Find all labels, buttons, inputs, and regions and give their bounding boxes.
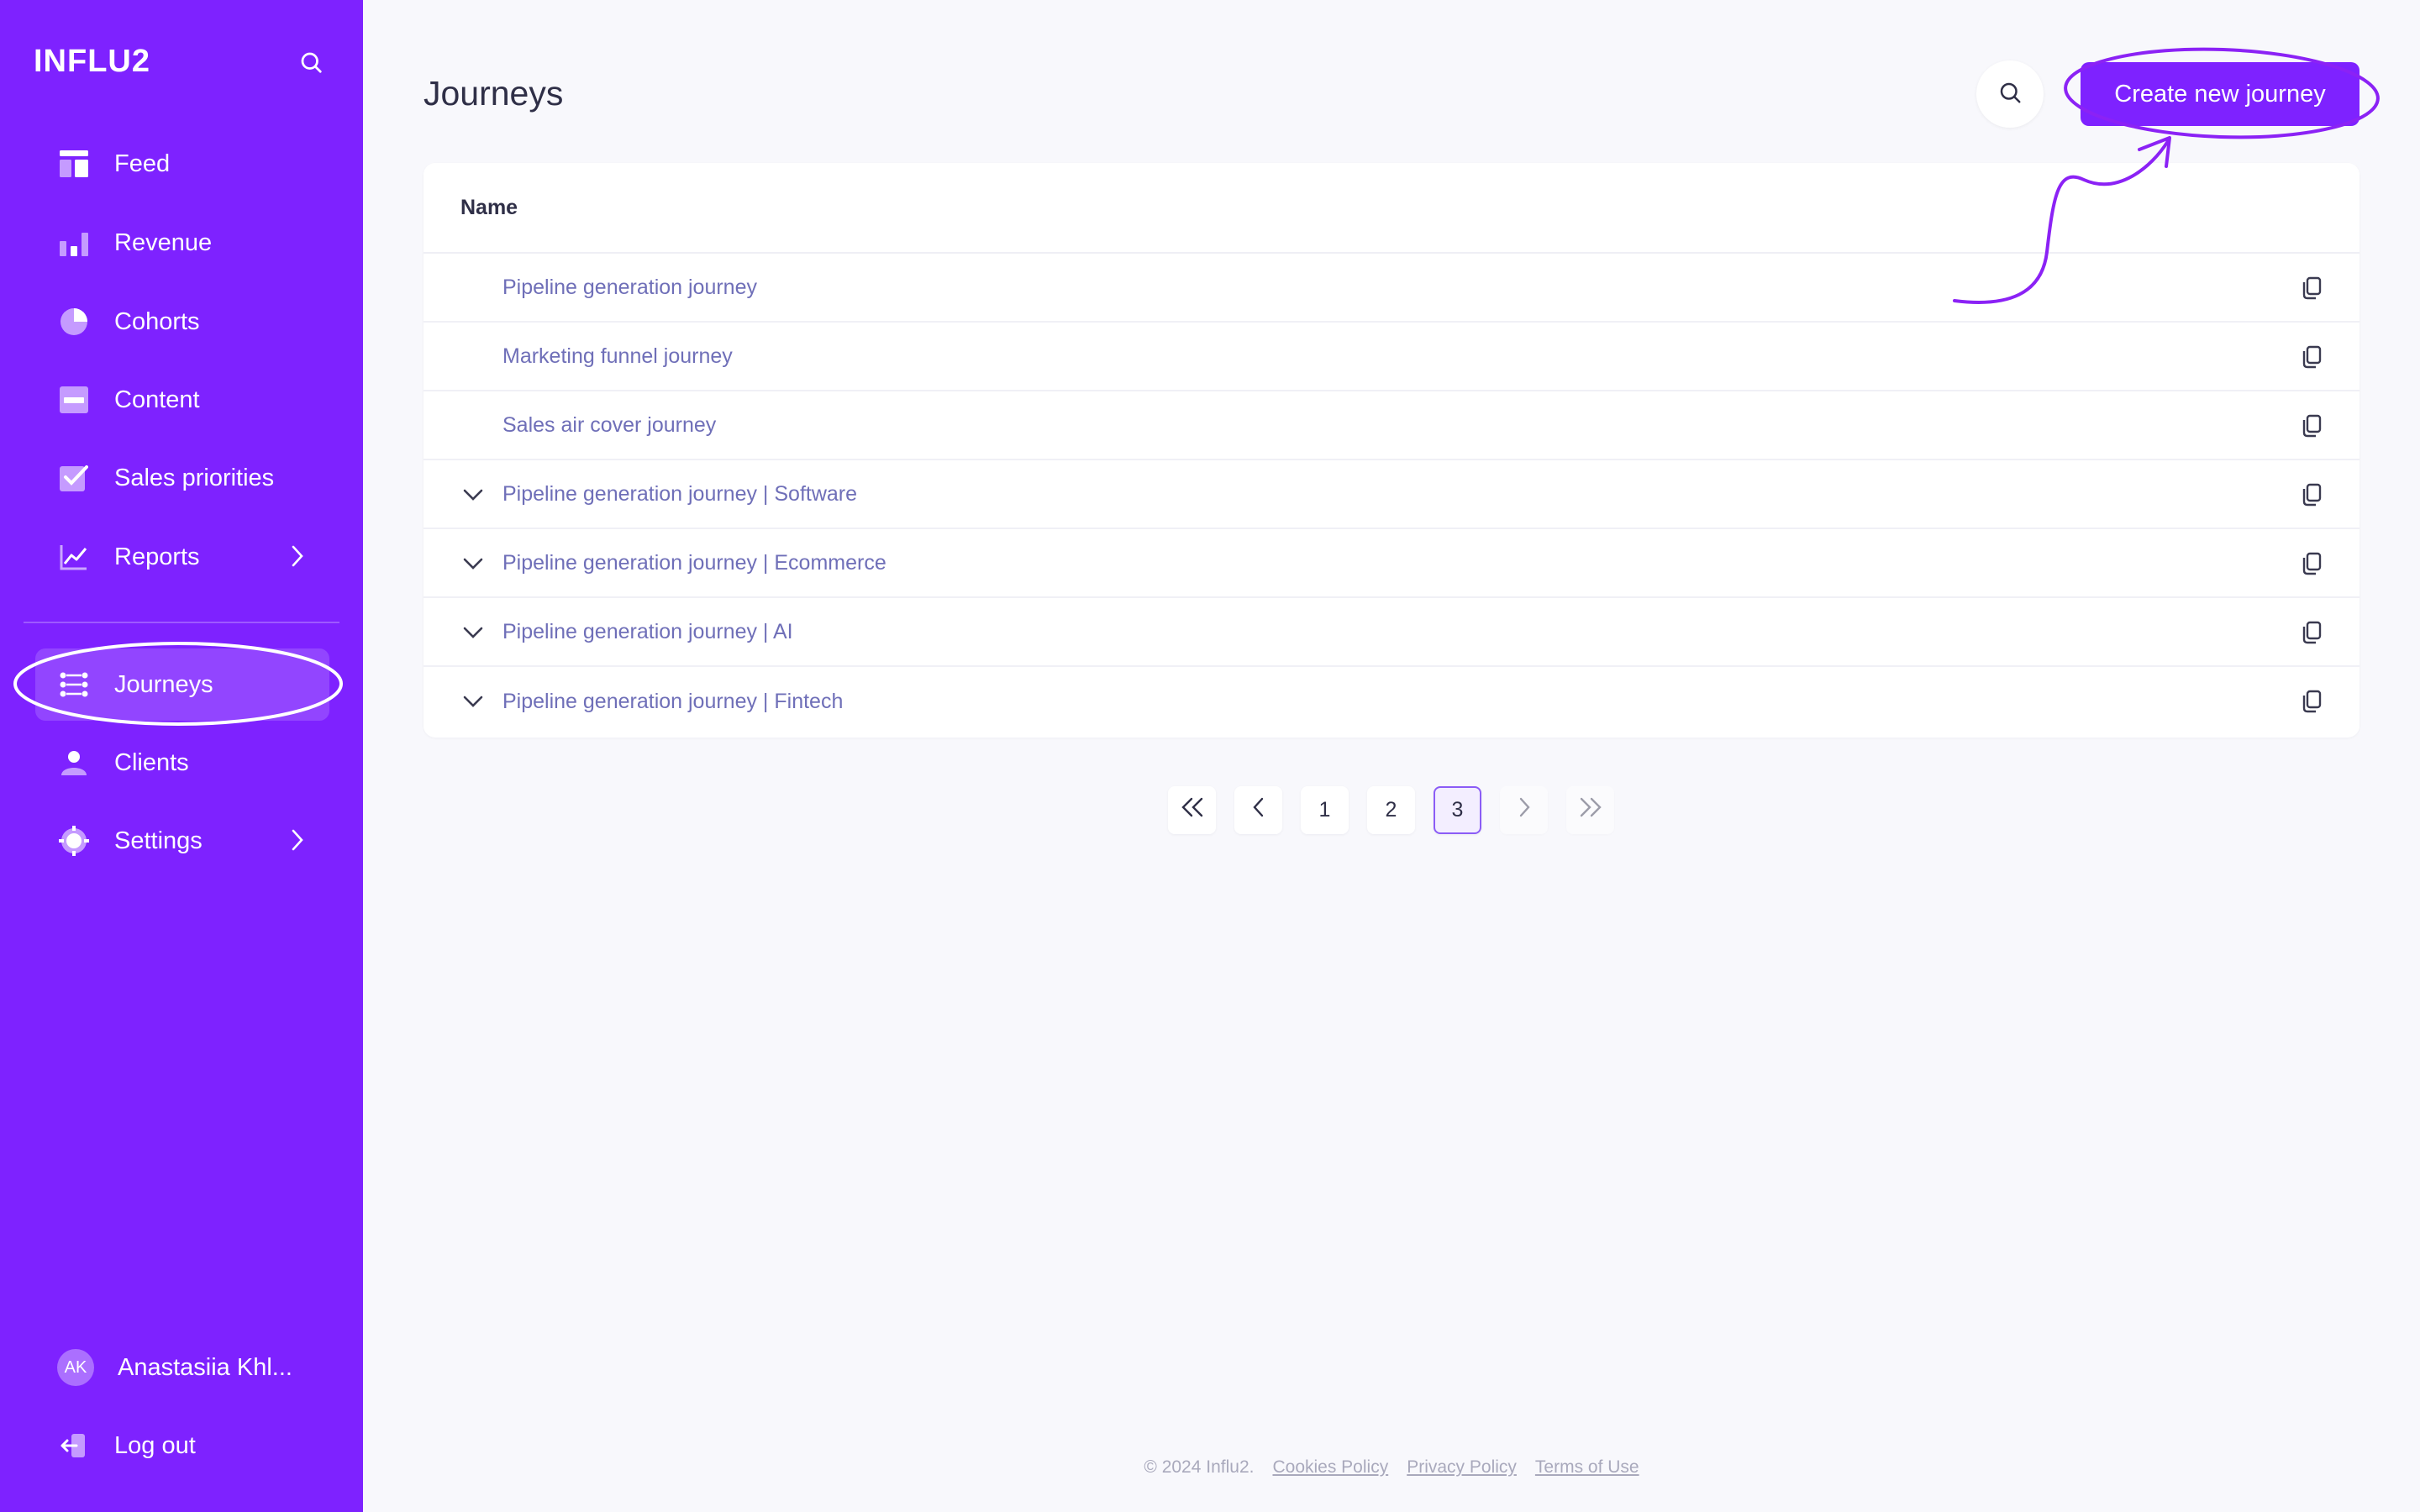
- journey-name[interactable]: Pipeline generation journey | AI: [502, 620, 793, 644]
- copy-icon[interactable]: [2297, 480, 2326, 509]
- search-icon: [1997, 80, 2023, 109]
- table-row[interactable]: Sales air cover journey: [424, 391, 2360, 460]
- sidebar-item-label: Revenue: [114, 228, 213, 256]
- sidebar-item-journeys[interactable]: Journeys: [35, 648, 329, 721]
- pagination: 1 2 3: [1168, 786, 1614, 837]
- journey-name[interactable]: Sales air cover journey: [502, 413, 716, 438]
- content-icon: [52, 378, 96, 422]
- journey-name[interactable]: Pipeline generation journey | Software: [502, 482, 857, 507]
- line-chart-icon: [52, 535, 96, 579]
- prev-page-button[interactable]: [1234, 786, 1282, 834]
- sidebar-item-label: Journeys: [114, 670, 213, 698]
- table-row[interactable]: Marketing funnel journey: [424, 323, 2360, 391]
- table-row[interactable]: Pipeline generation journey | Ecommerce: [424, 529, 2360, 598]
- gear-icon: [52, 819, 96, 863]
- journeys-table: Name Pipeline generation journey Marketi…: [424, 163, 2360, 738]
- checkbox-icon: [52, 456, 96, 500]
- annotation-arrowhead: [2138, 136, 2171, 168]
- avatar: AK: [57, 1349, 94, 1386]
- cookies-policy-link[interactable]: Cookies Policy: [1272, 1457, 1388, 1478]
- search-button[interactable]: [1976, 60, 2044, 128]
- chevron-left-icon: [1252, 797, 1265, 823]
- pie-chart-icon: [52, 300, 96, 344]
- copy-icon[interactable]: [2297, 618, 2326, 647]
- last-page-button[interactable]: [1566, 786, 1614, 834]
- copy-icon[interactable]: [2297, 343, 2326, 371]
- page-title: Journeys: [424, 74, 564, 113]
- journey-name[interactable]: Pipeline generation journey | Fintech: [502, 690, 843, 714]
- copyright: © 2024 Influ2.: [1144, 1457, 1255, 1477]
- first-page-button[interactable]: [1168, 786, 1216, 834]
- sidebar-item-settings[interactable]: Settings: [35, 805, 329, 877]
- column-header-name[interactable]: Name: [424, 163, 2360, 254]
- terms-of-use-link[interactable]: Terms of Use: [1535, 1457, 1639, 1478]
- next-page-button[interactable]: [1500, 786, 1548, 834]
- sidebar-item-revenue[interactable]: Revenue: [35, 207, 329, 279]
- table-row[interactable]: Pipeline generation journey | Software: [424, 460, 2360, 529]
- sidebar-divider: [24, 622, 339, 623]
- user-name: Anastasiia Khl...: [118, 1353, 292, 1381]
- table-row[interactable]: Pipeline generation journey | AI: [424, 598, 2360, 667]
- sidebar-item-label: Content: [114, 386, 200, 413]
- journeys-icon: [52, 663, 96, 706]
- user-icon: [52, 741, 96, 785]
- chevron-down-icon[interactable]: [460, 553, 486, 575]
- sidebar-item-reports[interactable]: Reports: [35, 521, 329, 593]
- sidebar-item-label: Sales priorities: [114, 464, 275, 491]
- double-chevron-right-icon: [1578, 797, 1603, 823]
- footer: © 2024 Influ2. Cookies Policy Privacy Po…: [0, 1457, 2420, 1478]
- copy-icon[interactable]: [2297, 687, 2326, 716]
- sidebar-item-label: Feed: [114, 150, 171, 177]
- copy-icon[interactable]: [2297, 274, 2326, 302]
- journey-name[interactable]: Pipeline generation journey: [502, 276, 757, 300]
- sidebar-item-clients[interactable]: Clients: [35, 727, 329, 799]
- sidebar-item-cohorts[interactable]: Cohorts: [35, 286, 329, 358]
- chevron-right-icon: [1518, 797, 1531, 823]
- page-button[interactable]: 1: [1301, 786, 1349, 834]
- feed-icon: [52, 142, 96, 186]
- sidebar-search-icon[interactable]: [294, 45, 328, 79]
- page-button-current[interactable]: 3: [1434, 786, 1481, 834]
- sidebar: INFLU2 Feed Revenue Cohorts Content Sale…: [0, 0, 363, 1512]
- sidebar-item-label: Cohorts: [114, 307, 200, 335]
- sidebar-item-content[interactable]: Content: [35, 364, 329, 436]
- create-new-journey-button[interactable]: Create new journey: [2081, 62, 2360, 126]
- privacy-policy-link[interactable]: Privacy Policy: [1407, 1457, 1517, 1478]
- chevron-right-icon: [291, 828, 304, 856]
- chevron-right-icon: [291, 544, 304, 572]
- sidebar-item-feed[interactable]: Feed: [35, 128, 329, 200]
- sidebar-item-label: Settings: [114, 827, 203, 854]
- sidebar-item-sales-priorities[interactable]: Sales priorities: [35, 442, 329, 514]
- copy-icon[interactable]: [2297, 549, 2326, 578]
- table-row[interactable]: Pipeline generation journey: [424, 254, 2360, 323]
- table-row[interactable]: Pipeline generation journey | Fintech: [424, 667, 2360, 736]
- bar-chart-icon: [52, 221, 96, 265]
- chevron-down-icon[interactable]: [460, 484, 486, 506]
- journey-name[interactable]: Marketing funnel journey: [502, 344, 733, 369]
- sidebar-user-profile[interactable]: AK Anastasiia Khl...: [35, 1331, 329, 1404]
- chevron-down-icon[interactable]: [460, 622, 486, 643]
- page-button[interactable]: 2: [1367, 786, 1415, 834]
- logout-label: Log out: [114, 1431, 196, 1459]
- sidebar-item-label: Clients: [114, 748, 189, 776]
- sidebar-item-label: Reports: [114, 543, 200, 570]
- journey-name[interactable]: Pipeline generation journey | Ecommerce: [502, 551, 886, 575]
- copy-icon[interactable]: [2297, 412, 2326, 440]
- double-chevron-left-icon: [1180, 797, 1205, 823]
- app-logo[interactable]: INFLU2: [34, 44, 150, 80]
- chevron-down-icon[interactable]: [460, 690, 486, 712]
